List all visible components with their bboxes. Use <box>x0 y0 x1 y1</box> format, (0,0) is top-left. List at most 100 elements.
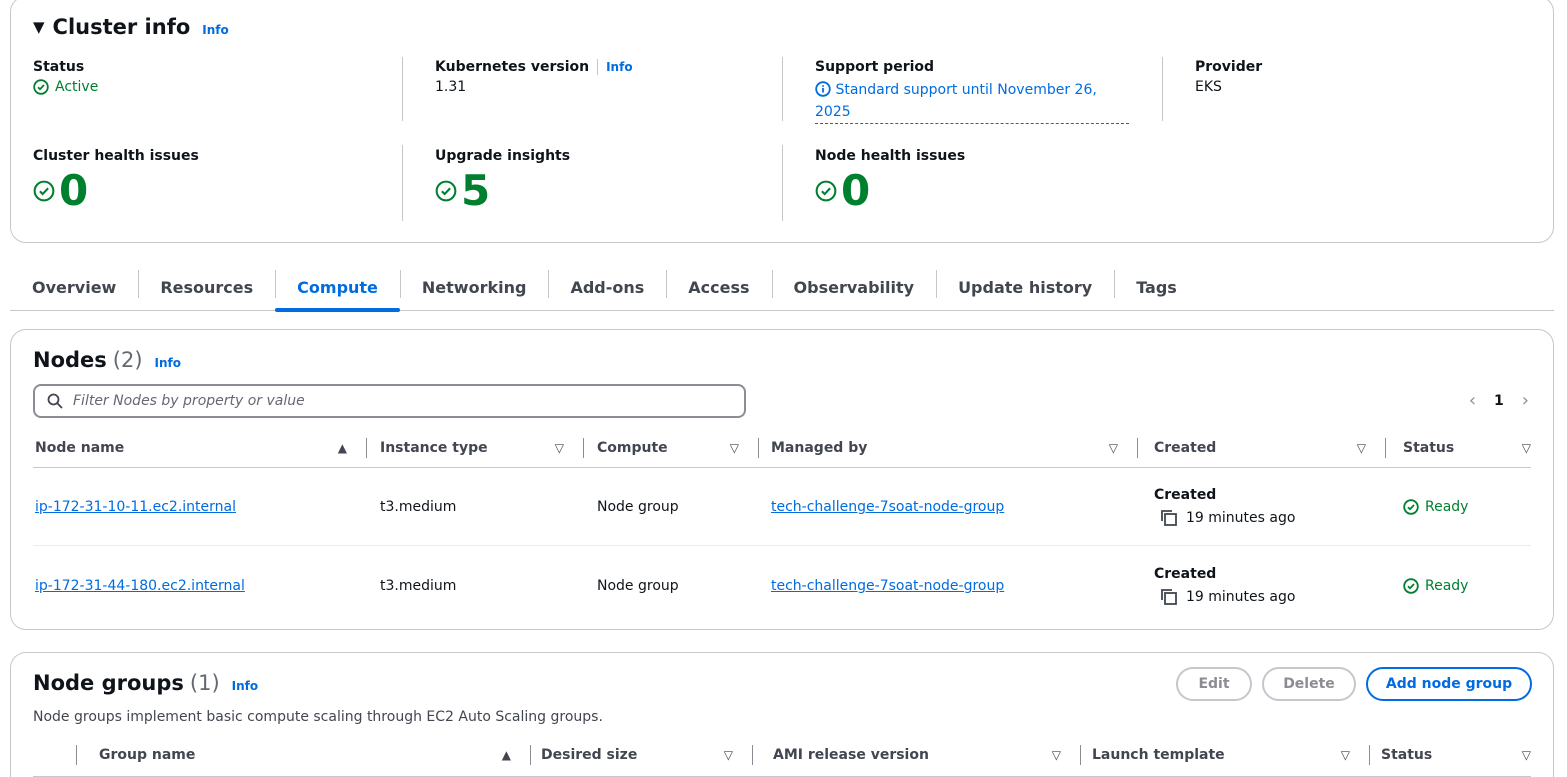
created-label: Created <box>1154 566 1217 582</box>
col-ami-release-version[interactable]: AMI release version ▽ <box>773 737 1081 773</box>
node-name-link[interactable]: ip-172-31-10-11.ec2.internal <box>35 499 236 515</box>
tab-overview[interactable]: Overview <box>10 264 138 310</box>
tab-compute[interactable]: Compute <box>275 264 400 312</box>
node-status: Ready <box>1425 499 1469 515</box>
sort-icon[interactable]: ▽ <box>1341 748 1350 762</box>
caret-down-icon[interactable]: ▼ <box>33 18 45 36</box>
table-row: ip-172-31-10-11.ec2.internal t3.medium N… <box>33 468 1531 546</box>
managed-by-link[interactable]: tech-challenge-7soat-node-group <box>771 578 1004 594</box>
col-desired-size[interactable]: Desired size ▽ <box>541 737 753 773</box>
instance-type: t3.medium <box>380 499 457 515</box>
sort-icon[interactable]: ▽ <box>730 441 739 455</box>
cluster-tabs: Overview Resources Compute Networking Ad… <box>10 264 1554 312</box>
sort-icon[interactable]: ▽ <box>1052 748 1061 762</box>
upgrade-insights-value: 5 <box>461 166 491 215</box>
node-groups-table-header: Group name ▲ Desired size ▽ AMI release … <box>33 737 1531 777</box>
col-launch-template[interactable]: Launch template ▽ <box>1092 737 1370 773</box>
divider <box>76 745 77 765</box>
col-managed-by[interactable]: Managed by ▽ <box>771 430 1138 466</box>
nodes-pagination: ‹ 1 › <box>1469 390 1529 411</box>
col-status[interactable]: Status ▽ <box>1403 430 1531 466</box>
cluster-info-info-link[interactable]: Info <box>202 23 228 37</box>
sort-icon[interactable]: ▽ <box>1522 748 1531 762</box>
tab-networking[interactable]: Networking <box>399 264 549 310</box>
edit-button[interactable]: Edit <box>1176 667 1252 701</box>
divider <box>752 745 753 765</box>
upgrade-insights-field: Upgrade insights 5 <box>435 148 570 214</box>
sort-icon[interactable]: ▽ <box>555 441 564 455</box>
nodes-filter-input[interactable] <box>73 393 713 409</box>
node-groups-info-link[interactable]: Info <box>232 679 258 693</box>
created-label: Created <box>1154 487 1217 503</box>
nodes-header: Nodes (2) Info <box>33 348 181 372</box>
divider <box>366 438 367 458</box>
divider <box>1385 438 1386 458</box>
sort-icon[interactable]: ▽ <box>1522 441 1531 455</box>
support-period-text: Standard support until November 26, <box>835 82 1097 98</box>
col-status[interactable]: Status ▽ <box>1381 737 1531 773</box>
tab-update-history[interactable]: Update history <box>936 264 1114 310</box>
add-node-group-button[interactable]: Add node group <box>1366 667 1532 701</box>
provider-label: Provider <box>1195 59 1263 75</box>
cluster-info-header[interactable]: ▼ Cluster info Info <box>33 15 229 39</box>
node-health-label: Node health issues <box>815 148 966 164</box>
col-desired-size-label: Desired size <box>541 747 638 763</box>
divider <box>402 145 403 221</box>
col-group-name[interactable]: Group name ▲ <box>99 737 531 773</box>
sort-icon[interactable]: ▽ <box>724 748 733 762</box>
status-cell: Ready <box>1403 547 1468 625</box>
success-check-icon <box>1403 578 1419 594</box>
tab-access[interactable]: Access <box>666 264 771 310</box>
tab-observability[interactable]: Observability <box>771 264 937 310</box>
node-status: Ready <box>1425 578 1469 594</box>
kubernetes-version-info-link[interactable]: Info <box>606 60 632 74</box>
node-health-value: 0 <box>841 166 871 215</box>
col-node-name[interactable]: Node name ▲ <box>35 430 367 466</box>
tab-add-ons[interactable]: Add-ons <box>548 264 666 310</box>
cluster-health-count[interactable]: 0 <box>33 168 199 214</box>
info-circle-icon <box>815 80 831 97</box>
kubernetes-version-field: Kubernetes version Info 1.31 <box>435 59 633 95</box>
success-check-icon <box>1403 499 1419 515</box>
sort-ascending-icon[interactable]: ▲ <box>338 441 347 455</box>
nodes-panel: Nodes (2) Info ‹ 1 › Node name ▲ Instanc… <box>10 329 1554 630</box>
upgrade-insights-count[interactable]: 5 <box>435 168 570 214</box>
tab-tags[interactable]: Tags <box>1114 264 1199 310</box>
tab-resources[interactable]: Resources <box>138 264 275 310</box>
col-compute[interactable]: Compute ▽ <box>597 430 759 466</box>
cluster-info-panel: ▼ Cluster info Info Status Active Kubern… <box>10 0 1554 243</box>
nodes-info-link[interactable]: Info <box>155 356 181 370</box>
copy-icon[interactable] <box>1160 509 1178 527</box>
sort-icon[interactable]: ▽ <box>1357 441 1366 455</box>
node-groups-count: (1) <box>189 671 220 695</box>
support-period-link[interactable]: Standard support until November 26, 2025 <box>815 79 1129 124</box>
status-value: Active <box>55 79 99 95</box>
node-name-link[interactable]: ip-172-31-44-180.ec2.internal <box>35 578 245 594</box>
cluster-health-value: 0 <box>59 166 89 215</box>
node-groups-header: Node groups (1) Info <box>33 671 258 695</box>
kubernetes-version-value: 1.31 <box>435 79 467 95</box>
sort-ascending-icon[interactable]: ▲ <box>502 748 511 762</box>
sort-icon[interactable]: ▽ <box>1109 441 1118 455</box>
created-cell: Created 19 minutes ago <box>1154 547 1295 625</box>
provider-field: Provider EKS <box>1195 59 1262 95</box>
divider <box>583 438 584 458</box>
nodes-filter[interactable] <box>33 384 746 418</box>
page-number[interactable]: 1 <box>1494 393 1504 409</box>
chevron-left-icon[interactable]: ‹ <box>1469 390 1476 411</box>
col-instance-type-label: Instance type <box>380 440 488 456</box>
col-node-name-label: Node name <box>35 440 125 456</box>
node-health-count[interactable]: 0 <box>815 168 965 214</box>
delete-button[interactable]: Delete <box>1262 667 1356 701</box>
chevron-right-icon[interactable]: › <box>1522 390 1529 411</box>
upgrade-insights-label: Upgrade insights <box>435 148 571 164</box>
col-instance-type[interactable]: Instance type ▽ <box>380 430 584 466</box>
col-launch-template-label: Launch template <box>1092 747 1225 763</box>
copy-icon[interactable] <box>1160 588 1178 606</box>
divider <box>758 438 759 458</box>
kubernetes-version-label: Kubernetes version <box>435 59 590 75</box>
provider-value: EKS <box>1195 79 1222 95</box>
managed-by-link[interactable]: tech-challenge-7soat-node-group <box>771 499 1004 515</box>
col-created[interactable]: Created ▽ <box>1154 430 1386 466</box>
col-managed-by-label: Managed by <box>771 440 868 456</box>
